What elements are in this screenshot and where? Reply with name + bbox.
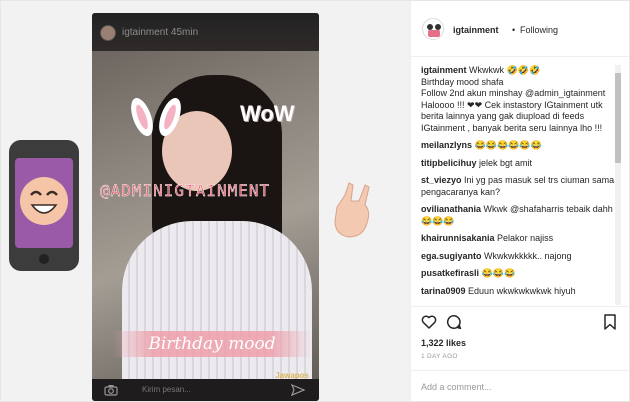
comment-item: tarina0909 Eduun wkwkwkwkwk hiyuh xyxy=(421,286,623,298)
story-screenshot: igtainment 45min WoW @ADMINIGTAINMENT Bi… xyxy=(92,13,319,401)
post-side-panel: igtainment • Following igtainment Wkwkwk… xyxy=(410,1,629,401)
wow-sticker: WoW xyxy=(240,101,295,126)
mention-sticker: @ADMINIGTAINMENT xyxy=(100,181,271,200)
story-photo: WoW @ADMINIGTAINMENT Birthday mood Jawap… xyxy=(92,51,319,401)
comment-icon[interactable] xyxy=(446,314,462,330)
comment-text: Wkwkwkkkkk.. najong xyxy=(484,250,572,261)
comment-text: 😂😂😂 xyxy=(481,268,516,278)
comment-text: Pelakor najiss xyxy=(497,233,554,243)
add-comment-bar xyxy=(411,370,629,401)
comments-list: igtainment Wkwkwk 🤣🤣🤣 Birthday mood shaf… xyxy=(421,65,623,305)
bookmark-icon[interactable] xyxy=(603,314,617,330)
comment-username[interactable]: tarina0909 xyxy=(421,286,466,296)
comment-item: ega.sugiyanto Wkwkwkkkkk.. najong xyxy=(421,251,623,263)
comment-item: khairunnisakania Pelakor najiss xyxy=(421,233,623,245)
comment-text: Eduun wkwkwkwkwk hiyuh xyxy=(468,285,576,296)
story-header: igtainment 45min xyxy=(92,13,319,51)
send-icon[interactable] xyxy=(291,383,305,397)
comments-scrollbar[interactable] xyxy=(615,65,621,305)
post-actions xyxy=(411,306,629,336)
story-footer: Kirim pesan... xyxy=(92,379,319,401)
comment-username[interactable]: khairunnisakania xyxy=(421,233,495,243)
post-header: igtainment • Following xyxy=(411,1,629,57)
caption-username[interactable]: igtainment xyxy=(421,65,467,75)
post-media: igtainment 45min WoW @ADMINIGTAINMENT Bi… xyxy=(1,1,410,401)
comment-username[interactable]: st_viezyo xyxy=(421,175,462,185)
comment-item: pusatkefirasli 😂😂😂 xyxy=(421,268,623,280)
comment-username[interactable]: meilanzlyns xyxy=(421,140,472,150)
comment-item: ovilianathania Wkwk @shafaharris tebaik … xyxy=(421,204,623,227)
comment-username[interactable]: ega.sugiyanto xyxy=(421,251,482,261)
caption-text: Wkwkwk 🤣🤣🤣 Birthday mood shafa Follow 2n… xyxy=(421,65,606,133)
rock-hand-sticker xyxy=(334,182,370,238)
comment-item: st_viezyo Ini yg pas masuk sel trs ciuma… xyxy=(421,175,623,198)
heart-icon[interactable] xyxy=(421,314,437,330)
following-button[interactable]: Following xyxy=(520,25,558,35)
comment-username[interactable]: pusatkefirasli xyxy=(421,268,479,278)
comment-text: 😂😂😂😂😂😂 xyxy=(474,140,542,150)
author-avatar[interactable] xyxy=(422,18,444,40)
comment-item: titipbelicihuy jelek bgt amit xyxy=(421,158,623,170)
camera-icon[interactable] xyxy=(104,384,118,396)
likes-count[interactable]: 1,322 likes xyxy=(421,338,466,348)
birthday-sticker: Birthday mood xyxy=(112,331,312,357)
comment-username[interactable]: titipbelicihuy xyxy=(421,158,477,168)
post-date: 1 DAY AGO xyxy=(421,353,458,360)
story-reply-placeholder[interactable]: Kirim pesan... xyxy=(142,385,191,394)
comments-scrollbar-thumb[interactable] xyxy=(615,73,621,163)
add-comment-input[interactable] xyxy=(421,379,611,395)
story-username: igtainment 45min xyxy=(122,27,199,38)
bunny-ears-sticker xyxy=(131,97,181,137)
author-username[interactable]: igtainment xyxy=(453,25,499,35)
phone-emoji-illustration xyxy=(9,140,79,271)
comment-text: jelek bgt amit xyxy=(479,157,533,168)
story-avatar xyxy=(100,25,116,41)
header-separator: • xyxy=(512,25,516,35)
comment-item: meilanzlyns 😂😂😂😂😂😂 xyxy=(421,140,623,152)
author-logo-icon xyxy=(427,24,441,37)
post-caption: igtainment Wkwkwk 🤣🤣🤣 Birthday mood shaf… xyxy=(421,65,623,134)
comment-username[interactable]: ovilianathania xyxy=(421,204,481,214)
